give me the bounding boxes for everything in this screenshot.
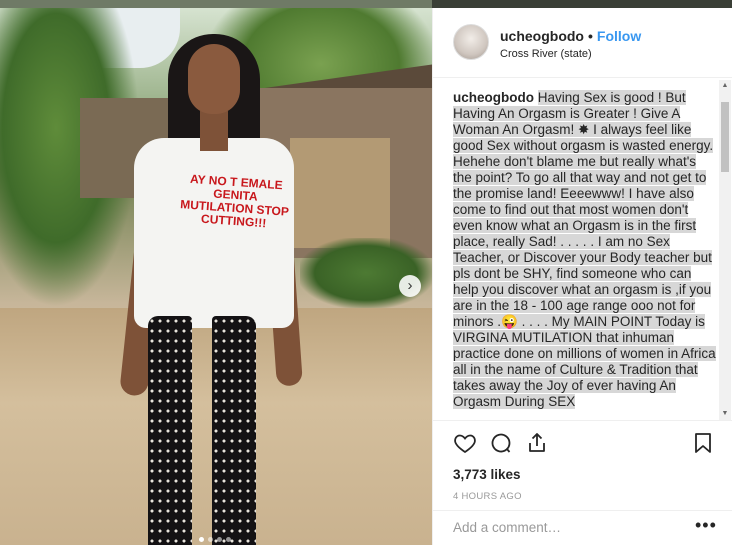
dot-separator: • bbox=[588, 28, 593, 44]
username-link[interactable]: ucheogbodo bbox=[500, 28, 584, 44]
comment-icon[interactable] bbox=[489, 431, 513, 455]
carousel-dot bbox=[208, 537, 213, 542]
carousel-dot bbox=[199, 537, 204, 542]
shirt-slogan: AY NO T EMALE GENITA MUTILATION STOP CUT… bbox=[179, 171, 290, 231]
avatar[interactable] bbox=[453, 24, 489, 60]
share-icon[interactable] bbox=[525, 431, 549, 455]
action-bar: 3,773 likes 4 HOURS AGO bbox=[433, 420, 732, 510]
likes-count[interactable]: 3,773 likes bbox=[453, 467, 521, 482]
person-figure: AY NO T EMALE GENITA MUTILATION STOP CUT… bbox=[119, 16, 303, 545]
post-header: ucheogbodo • Follow Cross River (state) bbox=[433, 8, 732, 78]
scroll-up-arrow-icon[interactable]: ▲ bbox=[719, 80, 731, 92]
comment-row: ••• bbox=[433, 510, 732, 545]
comment-input[interactable] bbox=[453, 517, 683, 537]
top-strip bbox=[0, 0, 732, 8]
carousel-next-button[interactable]: › bbox=[399, 275, 421, 297]
caption-scrollbar[interactable]: ▲ ▼ bbox=[719, 80, 731, 420]
follow-button[interactable]: Follow bbox=[597, 28, 641, 44]
carousel-dots bbox=[199, 537, 231, 542]
caption-body: Having Sex is good ! But Having An Orgas… bbox=[453, 90, 716, 409]
heart-icon[interactable] bbox=[453, 431, 477, 455]
caption-area: ucheogbodo Having Sex is good ! But Havi… bbox=[453, 90, 717, 420]
carousel-dot bbox=[217, 537, 222, 542]
bookmark-icon[interactable] bbox=[691, 431, 715, 455]
caption-username[interactable]: ucheogbodo bbox=[453, 90, 534, 105]
location-link[interactable]: Cross River (state) bbox=[500, 48, 592, 60]
header-user-line: ucheogbodo • Follow bbox=[500, 28, 641, 44]
scroll-down-arrow-icon[interactable]: ▼ bbox=[719, 408, 731, 420]
carousel-dot bbox=[226, 537, 231, 542]
more-options-button[interactable]: ••• bbox=[695, 515, 717, 536]
scrollbar-thumb[interactable] bbox=[721, 102, 729, 172]
post-timestamp[interactable]: 4 HOURS AGO bbox=[453, 491, 522, 502]
post-image[interactable]: AY NO T EMALE GENITA MUTILATION STOP CUT… bbox=[0, 8, 432, 545]
post-side-panel: ucheogbodo • Follow Cross River (state) uc… bbox=[432, 8, 732, 545]
caption-text: ucheogbodo Having Sex is good ! But Havi… bbox=[453, 90, 717, 410]
